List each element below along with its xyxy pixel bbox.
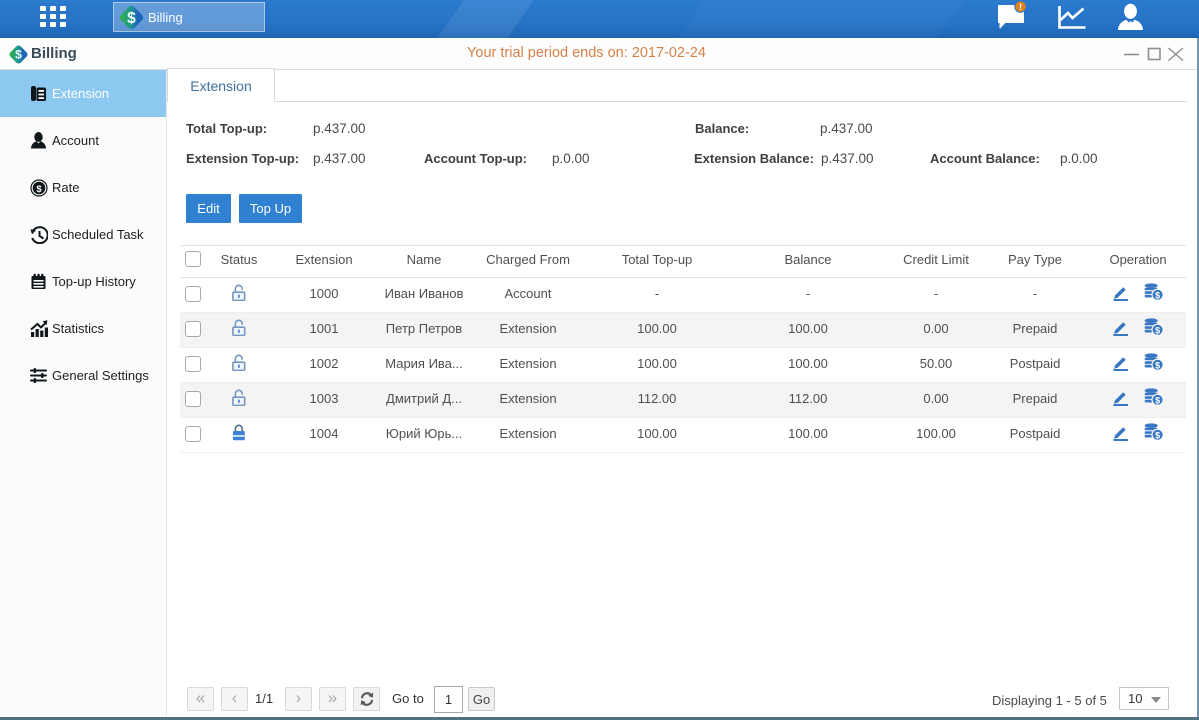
- svg-text:$: $: [1155, 290, 1160, 300]
- svg-text:$: $: [1155, 325, 1160, 335]
- svg-text:$: $: [1155, 360, 1160, 370]
- svg-text:$: $: [1155, 395, 1160, 405]
- svg-text:$: $: [1155, 430, 1160, 440]
- svg-text:$: $: [127, 9, 136, 26]
- svg-text:!: !: [1019, 2, 1022, 12]
- svg-text:$: $: [36, 184, 42, 195]
